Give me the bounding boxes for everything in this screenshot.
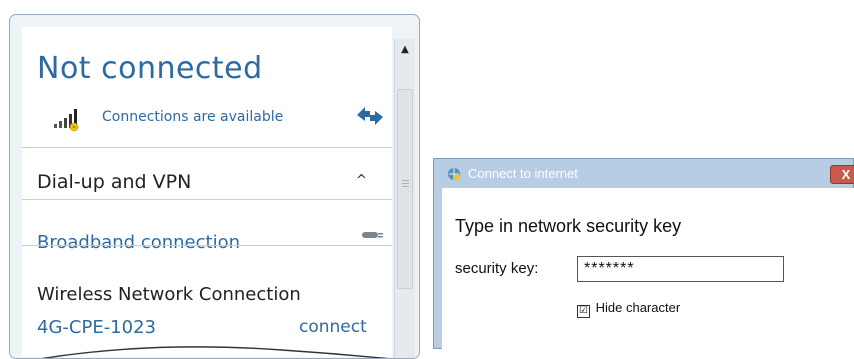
divider <box>22 245 392 246</box>
network-globe-icon <box>448 168 460 180</box>
scrollbar[interactable]: ▲ <box>394 39 415 358</box>
plug-icon <box>362 232 383 238</box>
tear-edge <box>41 346 389 358</box>
dialog-title: Connect to internet <box>468 166 578 181</box>
hide-character-label: Hide character <box>595 300 681 315</box>
signal-strength-icon <box>54 109 79 132</box>
security-key-input[interactable]: ******* <box>577 256 784 282</box>
hide-character-option[interactable]: ☑ Hide character <box>577 300 680 318</box>
connections-available-text: Connections are available <box>102 109 284 125</box>
grip-icon <box>402 180 409 189</box>
divider <box>22 147 392 148</box>
divider <box>22 199 392 200</box>
hide-character-checkbox[interactable]: ☑ <box>577 305 590 318</box>
status-title: Not connected <box>37 51 263 86</box>
close-button[interactable]: X <box>830 165 854 184</box>
connect-dialog: Connect to internet X Type in network se… <box>433 158 854 350</box>
flyout-content: Not connected Connections are available … <box>22 27 392 358</box>
scroll-thumb[interactable] <box>397 89 413 289</box>
scroll-up-icon[interactable]: ▲ <box>395 39 415 59</box>
refresh-icon[interactable] <box>354 103 386 129</box>
dialog-body: Type in network security key security ke… <box>442 188 854 350</box>
security-key-label: security key: <box>455 260 539 277</box>
dialup-vpn-header[interactable]: Dial-up and VPN <box>37 171 191 193</box>
wireless-section-header: Wireless Network Connection <box>37 284 301 305</box>
network-flyout: Not connected Connections are available … <box>9 14 420 359</box>
connect-button[interactable]: connect <box>299 317 367 337</box>
broadband-connection-item[interactable]: Broadband connection <box>37 232 240 253</box>
dialog-heading: Type in network security key <box>455 216 682 236</box>
collapse-chevron-icon[interactable]: ^ <box>356 173 367 188</box>
dialog-titlebar[interactable]: Connect to internet X <box>434 159 854 187</box>
network-ssid[interactable]: 4G-CPE-1023 <box>37 317 156 338</box>
